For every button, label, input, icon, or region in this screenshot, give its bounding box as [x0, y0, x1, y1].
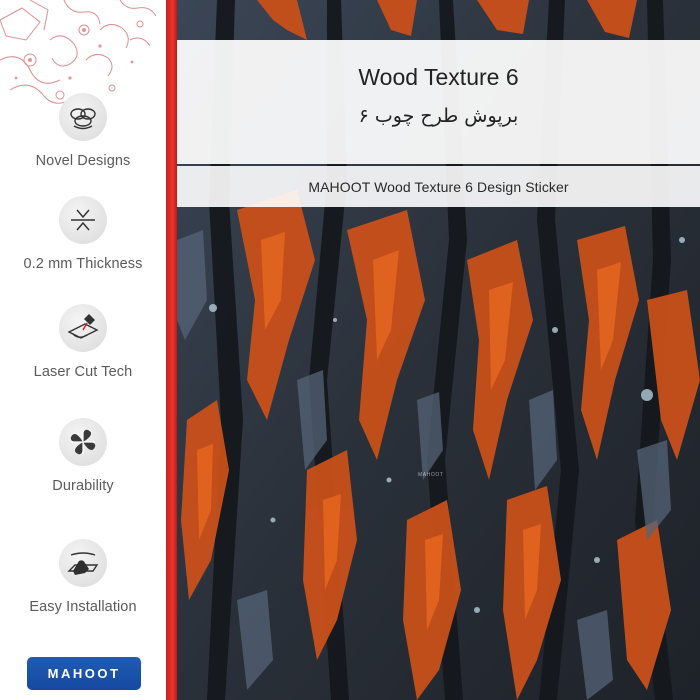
clover-shield-icon: [70, 429, 96, 455]
feature-icon-badge: [59, 418, 107, 466]
feature-durability: Durability: [0, 418, 166, 494]
feature-icon-badge: [59, 304, 107, 352]
feature-laser-cut: Laser Cut Tech: [0, 304, 166, 380]
feature-label: 0.2 mm Thickness: [23, 256, 143, 272]
mahoot-logo: MAHOOT: [27, 657, 141, 690]
petal-cluster-icon: [70, 108, 96, 130]
feature-icon-badge: [59, 539, 107, 587]
feature-sidebar: Novel Designs 0.2 mm Thickness Laser Cut…: [0, 0, 166, 700]
feature-easy-installation: Easy Installation: [0, 539, 166, 615]
feature-label: Durability: [52, 478, 114, 494]
red-divider: [166, 0, 177, 700]
title-band: Wood Texture 6 برپوش طرح چوب ۶: [177, 40, 700, 164]
product-title: Wood Texture 6: [358, 64, 519, 90]
feature-label: Novel Designs: [35, 153, 131, 169]
feature-icon-badge: [59, 93, 107, 141]
brand-watermark: MAHOOT: [418, 472, 444, 478]
feature-thickness: 0.2 mm Thickness: [0, 196, 166, 272]
product-banner: Novel Designs 0.2 mm Thickness Laser Cut…: [0, 0, 700, 700]
subtitle-band: MAHOOT Wood Texture 6 Design Sticker: [177, 166, 700, 207]
product-subtitle: MAHOOT Wood Texture 6 Design Sticker: [308, 178, 569, 195]
feature-label: Laser Cut Tech: [33, 364, 133, 380]
laser-cut-icon: [67, 314, 99, 339]
thickness-arrows-icon: [71, 209, 95, 231]
hand-apply-icon: [67, 552, 99, 575]
feature-novel-designs: Novel Designs: [0, 93, 166, 169]
feature-label: Easy Installation: [29, 599, 137, 615]
feature-icon-badge: [59, 196, 107, 244]
product-title-persian: برپوش طرح چوب ۶: [358, 105, 519, 127]
